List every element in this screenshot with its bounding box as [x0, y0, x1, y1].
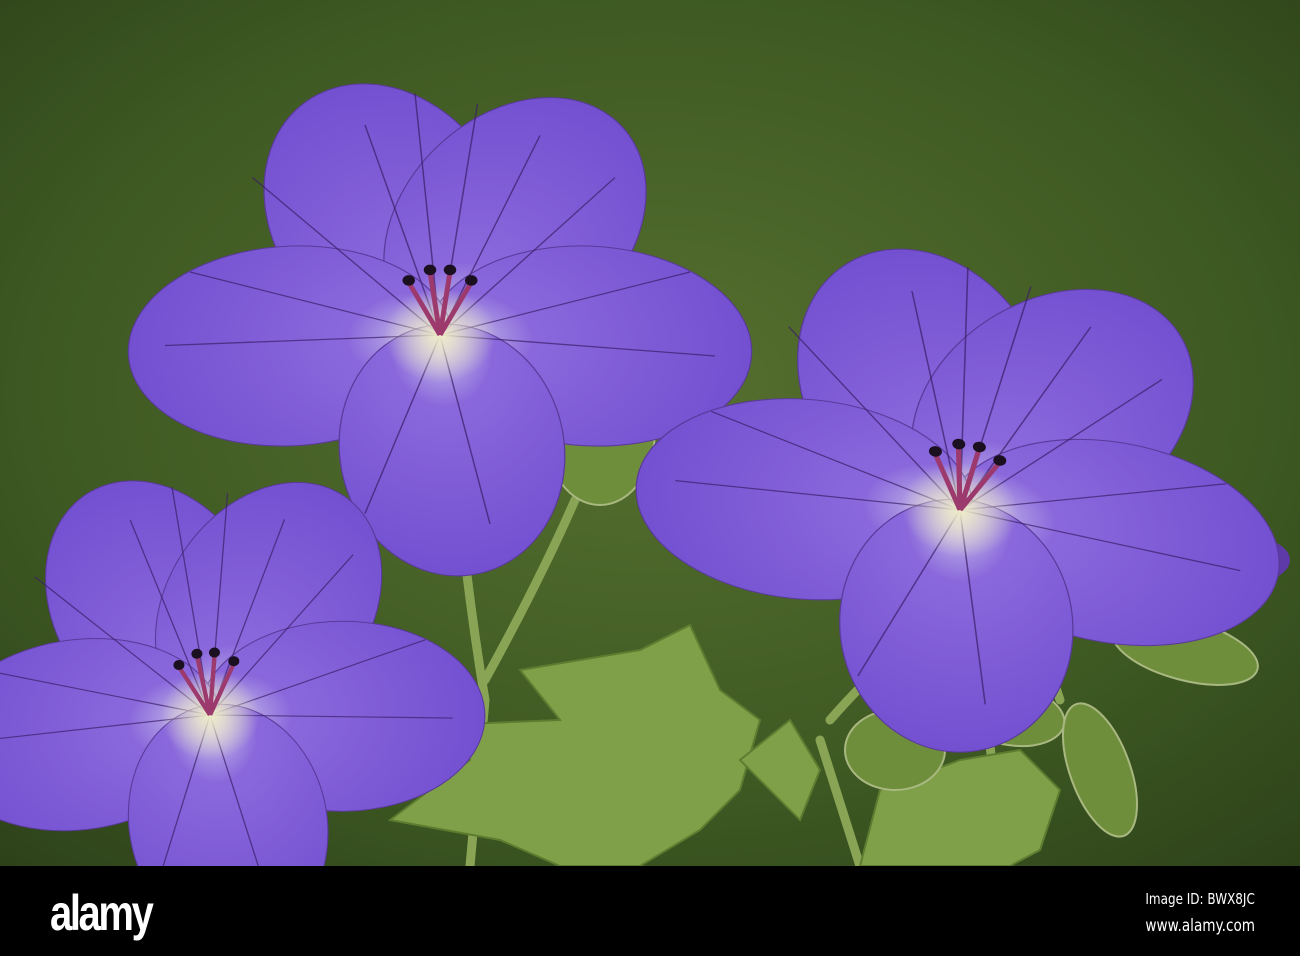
stock-photo: alamy Image ID: BWX8JC www.alamy.com: [0, 0, 1300, 956]
watermark-footer: alamy Image ID: BWX8JC www.alamy.com: [0, 866, 1300, 956]
flower-photo: [0, 0, 1300, 866]
alamy-logo: alamy: [50, 885, 154, 941]
website-link: www.alamy.com: [1145, 916, 1255, 936]
image-id: Image ID: BWX8JC: [1145, 890, 1255, 908]
